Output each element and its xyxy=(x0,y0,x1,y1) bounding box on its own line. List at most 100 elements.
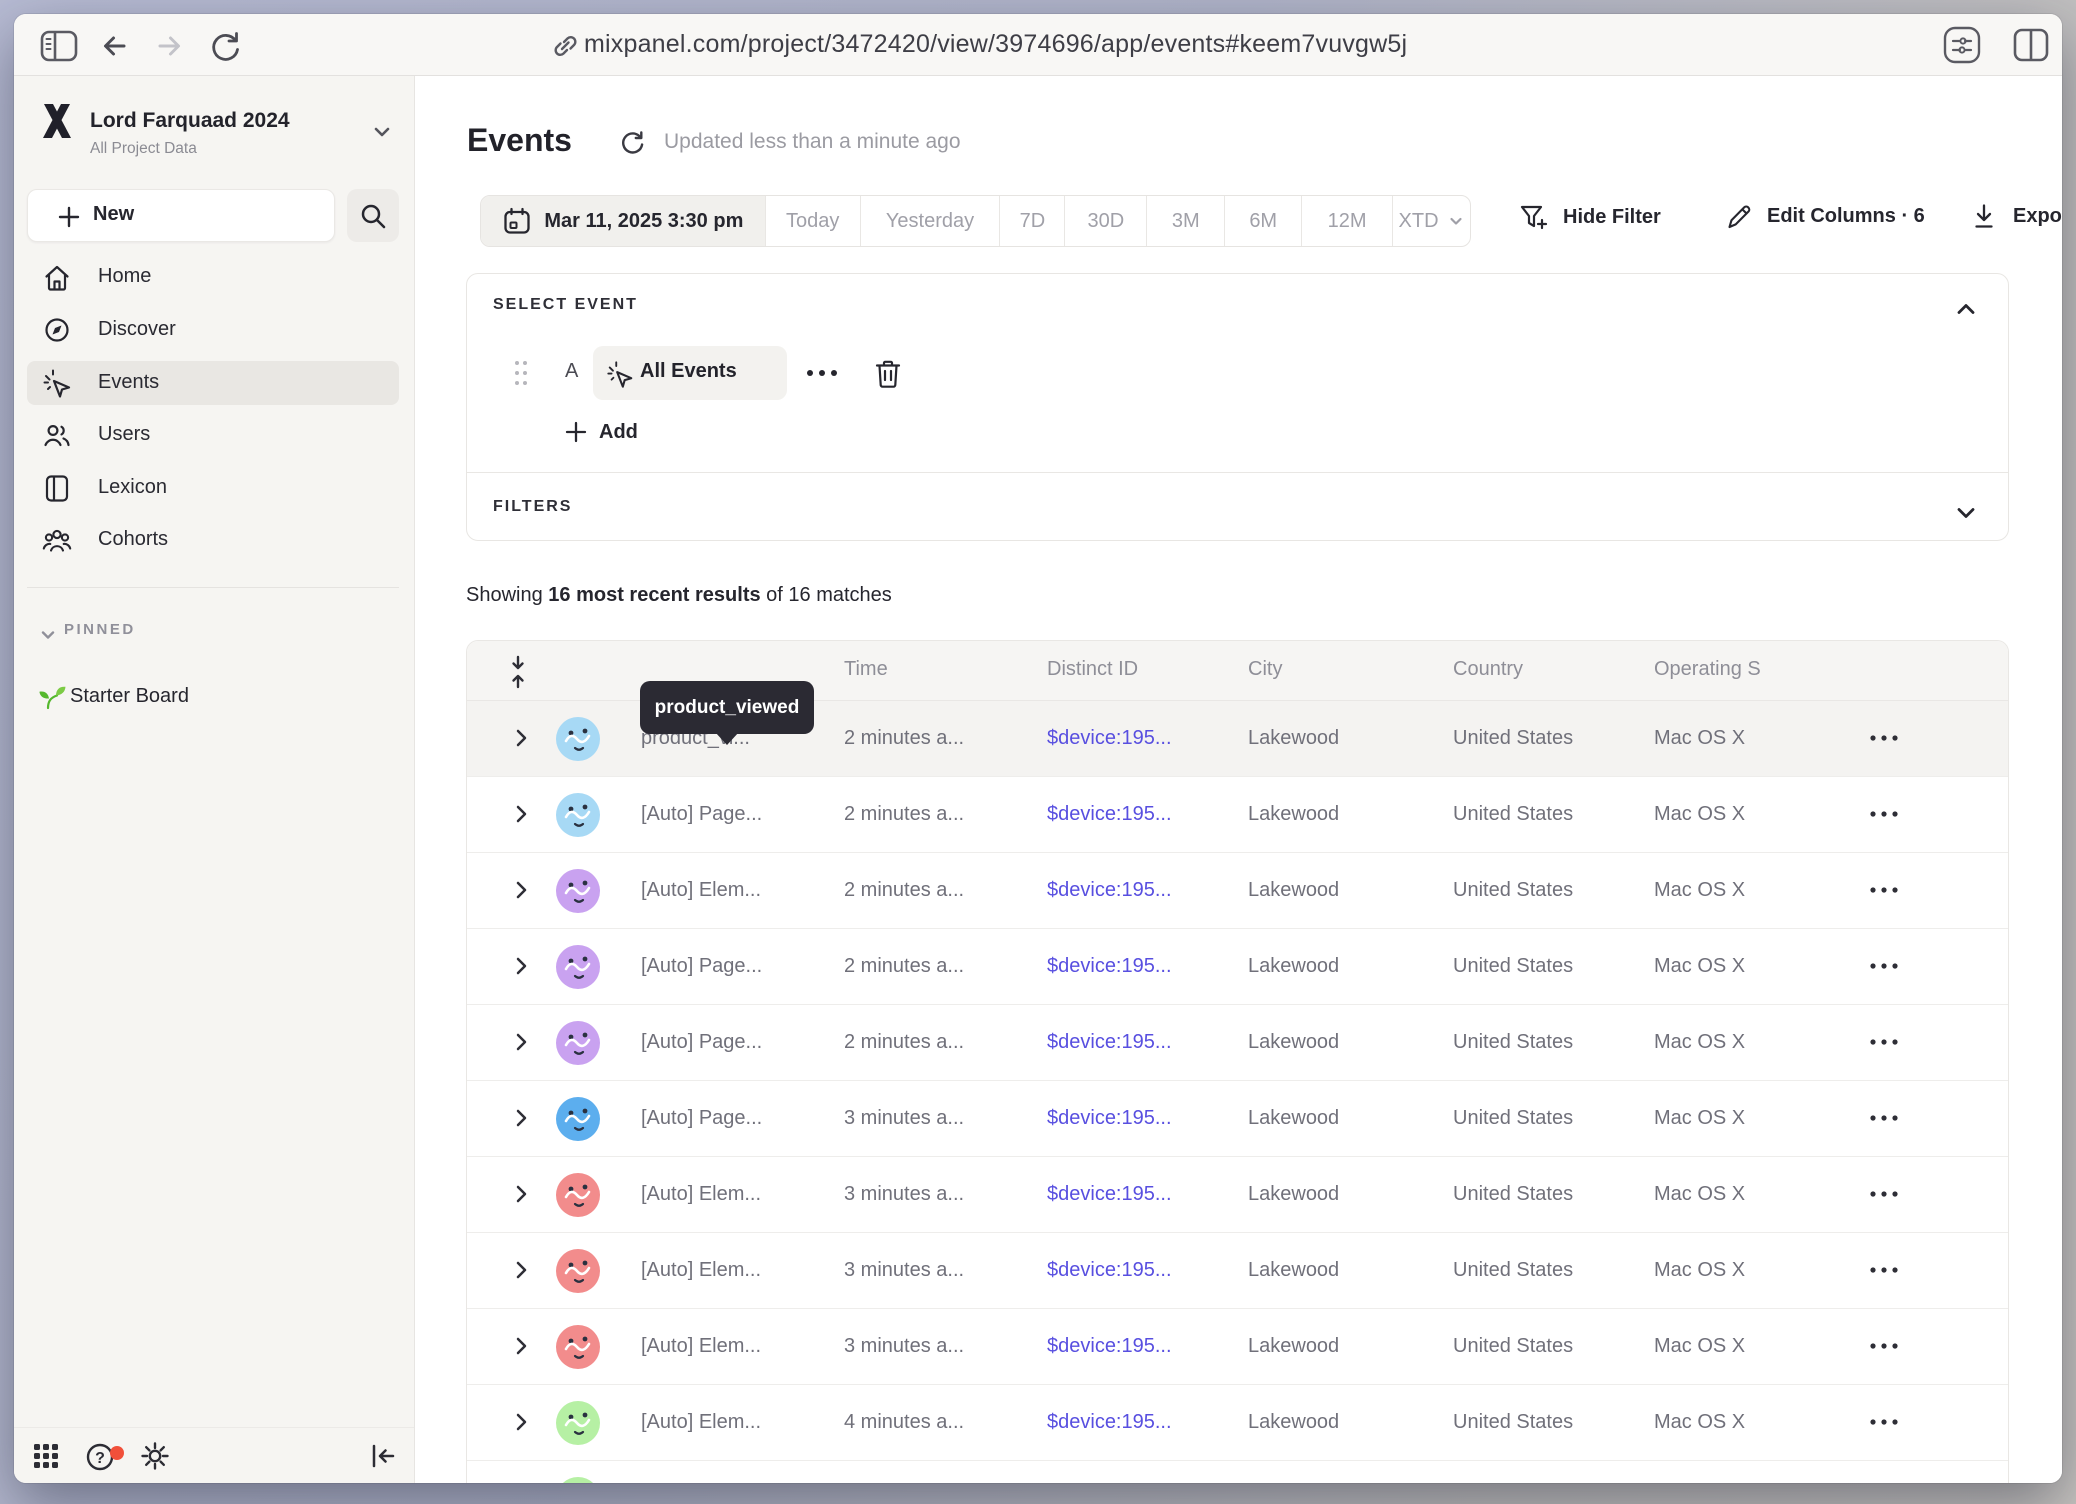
table-row[interactable]: [Auto] Elem... 2 minutes a... $device:19… xyxy=(467,853,2008,929)
row-menu-icon[interactable] xyxy=(1865,1035,1909,1049)
row-menu-icon[interactable] xyxy=(1865,1339,1909,1353)
expand-section-icon[interactable] xyxy=(1953,500,1979,526)
table-row[interactable]: [Auto] Page... 2 minutes a... $device:19… xyxy=(467,777,2008,853)
collapse-section-icon[interactable] xyxy=(1953,296,1979,322)
row-time: 2 minutes a... xyxy=(844,727,964,750)
export-button[interactable]: Export xyxy=(1968,200,2062,232)
table-row[interactable]: [Auto] Page... 2 minutes a... $device:19… xyxy=(467,1005,2008,1081)
range-3m[interactable]: 3M xyxy=(1147,196,1225,246)
page-settings-icon[interactable] xyxy=(1942,26,1982,64)
expand-row-icon[interactable] xyxy=(507,800,535,828)
row-distinct-id[interactable]: $device:195... xyxy=(1047,879,1172,902)
pinned-section-label[interactable]: PINNED xyxy=(64,621,136,638)
row-distinct-id[interactable]: $device:195... xyxy=(1047,727,1172,750)
back-icon[interactable] xyxy=(96,28,132,64)
edit-columns-button[interactable]: Edit Columns · 6 xyxy=(1722,200,1925,232)
col-header-time[interactable]: Time xyxy=(844,658,888,681)
row-menu-icon[interactable] xyxy=(1865,1187,1909,1201)
delete-event-icon[interactable] xyxy=(871,356,905,392)
split-view-icon[interactable] xyxy=(2012,27,2050,63)
expand-row-icon[interactable] xyxy=(507,952,535,980)
avatar-face-icon xyxy=(556,793,600,837)
search-button[interactable] xyxy=(347,189,399,242)
row-menu-icon[interactable] xyxy=(1865,959,1909,973)
table-row[interactable] xyxy=(467,1461,2008,1483)
date-range-current[interactable]: Mar 11, 2025 3:30 pm xyxy=(481,196,766,246)
sidebar-item-users[interactable]: Users xyxy=(27,413,399,457)
sidebar-item-starter-board[interactable]: Starter Board xyxy=(27,674,399,718)
row-menu-icon[interactable] xyxy=(1865,807,1909,821)
row-distinct-id[interactable]: $device:195... xyxy=(1047,1031,1172,1054)
row-distinct-id[interactable]: $device:195... xyxy=(1047,803,1172,826)
row-city: Lakewood xyxy=(1248,1031,1339,1054)
expand-row-icon[interactable] xyxy=(507,1028,535,1056)
event-options-icon[interactable] xyxy=(803,366,841,380)
row-distinct-id[interactable]: $device:195... xyxy=(1047,1183,1172,1206)
table-row[interactable]: [Auto] Page... 3 minutes a... $device:19… xyxy=(467,1081,2008,1157)
row-distinct-id[interactable]: $device:195... xyxy=(1047,1335,1172,1358)
expand-row-icon[interactable] xyxy=(507,1332,535,1360)
row-distinct-id[interactable]: $device:195... xyxy=(1047,1259,1172,1282)
row-distinct-id[interactable]: $device:195... xyxy=(1047,955,1172,978)
col-header-distinct-id[interactable]: Distinct ID xyxy=(1047,658,1138,681)
row-distinct-id[interactable]: $device:195... xyxy=(1047,1411,1172,1434)
table-row[interactable]: [Auto] Elem... 3 minutes a... $device:19… xyxy=(467,1309,2008,1385)
range-yesterday[interactable]: Yesterday xyxy=(861,196,1001,246)
range-today[interactable]: Today xyxy=(766,196,861,246)
new-button[interactable]: New xyxy=(27,189,335,242)
expand-row-icon[interactable] xyxy=(507,876,535,904)
link-icon xyxy=(549,30,581,62)
row-menu-icon[interactable] xyxy=(1865,1415,1909,1429)
col-header-os[interactable]: Operating S xyxy=(1654,658,1761,681)
sidebar-item-lexicon[interactable]: Lexicon xyxy=(27,466,399,510)
expand-row-icon[interactable] xyxy=(507,1408,535,1436)
gear-icon[interactable] xyxy=(139,1440,171,1472)
new-button-label: New xyxy=(93,203,134,226)
range-12m[interactable]: 12M xyxy=(1302,196,1393,246)
search-icon xyxy=(358,201,388,231)
url-bar[interactable]: mixpanel.com/project/3472420/view/397469… xyxy=(584,30,1407,59)
expand-row-icon[interactable] xyxy=(507,724,535,752)
row-country: United States xyxy=(1453,1335,1573,1358)
row-menu-icon[interactable] xyxy=(1865,883,1909,897)
expand-row-icon[interactable] xyxy=(507,1104,535,1132)
row-menu-icon[interactable] xyxy=(1865,731,1909,745)
row-distinct-id[interactable]: $device:195... xyxy=(1047,1107,1172,1130)
drag-handle-icon[interactable] xyxy=(511,358,531,388)
range-7d[interactable]: 7D xyxy=(1000,196,1065,246)
sidebar-item-discover[interactable]: Discover xyxy=(27,308,399,352)
collapse-sidebar-icon[interactable] xyxy=(367,1441,397,1471)
refresh-icon[interactable] xyxy=(618,128,646,156)
col-header-country[interactable]: Country xyxy=(1453,658,1523,681)
table-row[interactable]: [Auto] Elem... 3 minutes a... $device:19… xyxy=(467,1233,2008,1309)
sidebar-item-events[interactable]: Events xyxy=(27,361,399,405)
table-row[interactable]: [Auto] Elem... 3 minutes a... $device:19… xyxy=(467,1157,2008,1233)
range-6m[interactable]: 6M xyxy=(1225,196,1302,246)
row-time: 3 minutes a... xyxy=(844,1259,964,1282)
hide-filter-button[interactable]: Hide Filter xyxy=(1516,200,1661,234)
row-menu-icon[interactable] xyxy=(1865,1111,1909,1125)
col-header-city[interactable]: City xyxy=(1248,658,1282,681)
forward-icon[interactable] xyxy=(152,28,188,64)
row-menu-icon[interactable] xyxy=(1865,1263,1909,1277)
add-event-button[interactable]: Add xyxy=(563,416,683,456)
main-content: Events Updated less than a minute ago Ma… xyxy=(415,76,2062,1483)
event-chip-label: All Events xyxy=(640,360,737,383)
browser-window: mixpanel.com/project/3472420/view/397469… xyxy=(14,14,2062,1483)
apps-grid-icon[interactable] xyxy=(32,1442,60,1470)
sidebar-item-cohorts[interactable]: Cohorts xyxy=(27,518,399,562)
expand-row-icon[interactable] xyxy=(507,1256,535,1284)
event-selector-chip[interactable]: All Events xyxy=(593,346,787,400)
sort-icon[interactable] xyxy=(507,654,529,690)
sidebar-item-home[interactable]: Home xyxy=(27,255,399,299)
range-xtd[interactable]: XTD xyxy=(1393,196,1470,246)
sidebar-toggle-icon[interactable] xyxy=(40,29,78,63)
project-name: Lord Farquaad 2024 xyxy=(90,109,290,133)
reload-icon[interactable] xyxy=(206,27,244,65)
project-switcher-chevron-icon[interactable] xyxy=(370,120,394,144)
table-row[interactable]: [Auto] Page... 2 minutes a... $device:19… xyxy=(467,929,2008,1005)
pinned-chevron-icon[interactable] xyxy=(38,625,58,645)
table-row[interactable]: [Auto] Elem... 4 minutes a... $device:19… xyxy=(467,1385,2008,1461)
range-30d[interactable]: 30D xyxy=(1065,196,1147,246)
expand-row-icon[interactable] xyxy=(507,1180,535,1208)
